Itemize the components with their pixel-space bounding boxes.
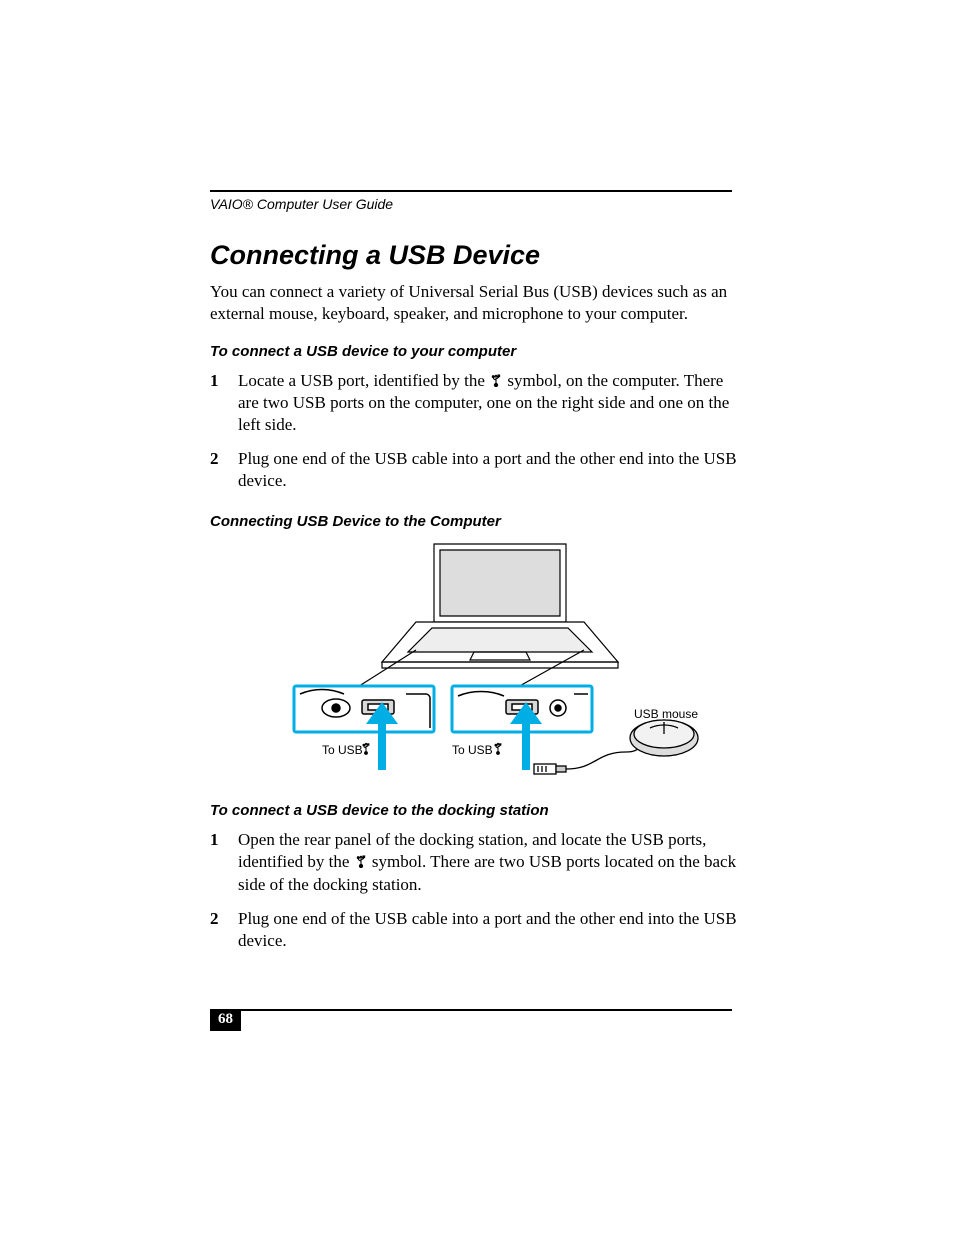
figure-usb-connection: To USB To USB USB mouse xyxy=(266,538,786,778)
step-item: Plug one end of the USB cable into a por… xyxy=(210,448,744,492)
step-text-pre: Plug one end of the USB cable into a por… xyxy=(238,909,737,950)
usb-icon xyxy=(489,371,503,393)
step-text-pre: Plug one end of the USB cable into a por… xyxy=(238,449,737,490)
step-text-pre: Locate a USB port, identified by the xyxy=(238,371,489,390)
page-title: Connecting a USB Device xyxy=(210,240,744,271)
section-b-steps: Open the rear panel of the docking stati… xyxy=(210,829,744,951)
section-a-heading: To connect a USB device to your computer xyxy=(210,343,744,360)
label-usb-mouse: USB mouse xyxy=(634,707,698,721)
intro-paragraph: You can connect a variety of Universal S… xyxy=(210,281,744,325)
step-item: Open the rear panel of the docking stati… xyxy=(210,829,744,895)
page: VAIO® Computer User Guide Connecting a U… xyxy=(0,0,954,1235)
label-to-usb-right: To USB xyxy=(452,743,493,757)
figure-caption: Connecting USB Device to the Computer xyxy=(210,513,744,530)
page-number: 68 xyxy=(210,1009,241,1031)
top-rule xyxy=(210,190,732,192)
usb-icon xyxy=(354,852,368,874)
step-item: Plug one end of the USB cable into a por… xyxy=(210,908,744,952)
label-to-usb-left: To USB xyxy=(322,743,363,757)
section-a-steps: Locate a USB port, identified by the xyxy=(210,370,744,492)
footer-rule: 68 xyxy=(210,1009,732,1033)
step-item: Locate a USB port, identified by the xyxy=(210,370,744,436)
running-head: VAIO® Computer User Guide xyxy=(210,196,744,212)
section-b-heading: To connect a USB device to the docking s… xyxy=(210,802,744,819)
